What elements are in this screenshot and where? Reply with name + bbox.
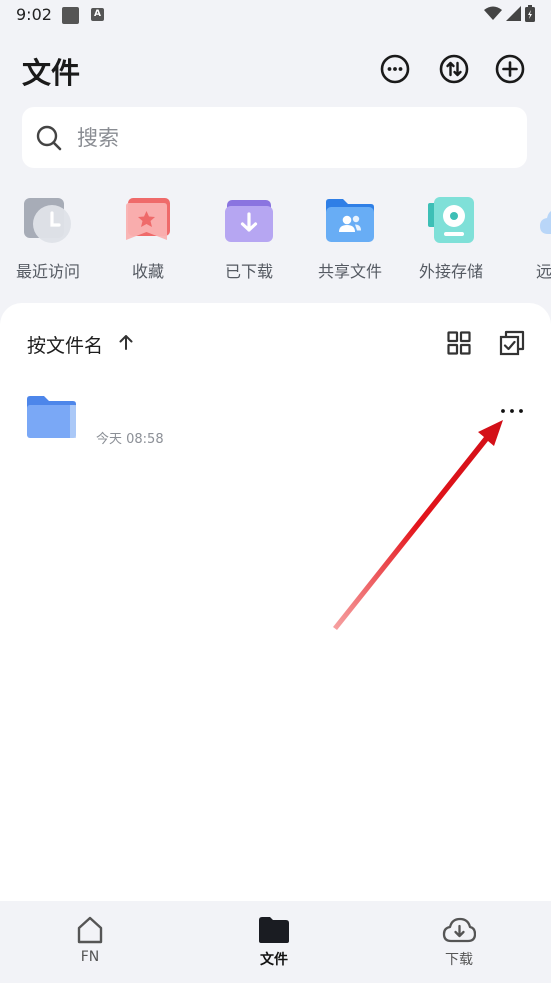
quick-downloaded-label: 已下载 xyxy=(224,262,273,281)
nav-files-label: 文件 xyxy=(260,952,288,968)
status-bar: 9:02 A xyxy=(0,0,551,32)
cloud-icon xyxy=(540,211,551,234)
more-options-button[interactable] xyxy=(379,53,411,85)
wifi-icon xyxy=(484,6,502,20)
nav-downloads[interactable]: 下载 xyxy=(409,915,509,969)
quick-recent-label: 最近访问 xyxy=(15,262,80,281)
search-input[interactable] xyxy=(75,124,499,151)
status-icons xyxy=(484,5,535,22)
bottom-navigation: FN 文件 下载 xyxy=(0,901,551,983)
quick-favorites-label: 收藏 xyxy=(131,262,164,281)
quick-remote-label: 远程 xyxy=(535,262,551,281)
file-date: 今天 08:58 xyxy=(96,432,164,447)
nav-downloads-label: 下载 xyxy=(445,952,473,968)
arrow-up-icon[interactable] xyxy=(117,332,135,352)
transfer-button[interactable] xyxy=(438,53,470,85)
plus-circle-icon xyxy=(495,54,525,84)
quick-favorites[interactable]: 收藏 xyxy=(98,190,198,282)
grid-view-icon[interactable] xyxy=(446,330,472,356)
battery-icon xyxy=(525,5,535,22)
quick-remote[interactable]: 远程 xyxy=(502,190,551,282)
quick-external-storage[interactable]: 外接存储 xyxy=(401,190,501,282)
page-title: 文件 xyxy=(22,56,81,90)
notification-icon xyxy=(62,7,79,24)
nav-files[interactable]: 文件 xyxy=(224,915,324,969)
quick-downloaded[interactable]: 已下载 xyxy=(199,190,299,282)
search-icon xyxy=(36,125,62,150)
more-circle-icon xyxy=(380,54,410,84)
keyboard-notification-icon: A xyxy=(91,8,104,21)
file-list-panel: 按文件名 今天 08:58 xyxy=(0,303,551,901)
shared-folder-icon xyxy=(326,199,374,242)
download-folder-icon xyxy=(225,200,273,242)
search-bar[interactable] xyxy=(22,107,527,168)
status-time: 9:02 xyxy=(16,5,52,24)
folder-icon xyxy=(259,917,289,943)
signal-icon xyxy=(506,6,521,21)
more-dots-icon xyxy=(501,409,523,413)
cloud-download-icon xyxy=(442,917,476,943)
quick-shared-label: 共享文件 xyxy=(317,262,382,281)
list-item[interactable]: 今天 08:58 xyxy=(0,383,551,453)
multi-select-icon[interactable] xyxy=(498,329,526,357)
quick-external-storage-label: 外接存储 xyxy=(418,262,483,281)
quick-shared[interactable]: 共享文件 xyxy=(300,190,400,282)
nav-fn-label: FN xyxy=(80,949,100,965)
quick-access-row: 最近访问 收藏 已下载 共享文件 外接存储 远 xyxy=(0,190,551,290)
home-icon xyxy=(77,916,103,944)
quick-recent[interactable]: 最近访问 xyxy=(0,190,98,282)
transfer-icon xyxy=(439,54,469,84)
nav-fn[interactable]: FN xyxy=(40,915,140,965)
star-bookmark-icon xyxy=(126,198,170,240)
folder-icon xyxy=(27,396,76,438)
sort-by-name-button[interactable]: 按文件名 xyxy=(27,331,103,358)
clock-icon xyxy=(24,198,71,243)
add-button[interactable] xyxy=(494,53,526,85)
external-storage-icon xyxy=(428,197,474,243)
item-more-button[interactable] xyxy=(497,401,527,429)
